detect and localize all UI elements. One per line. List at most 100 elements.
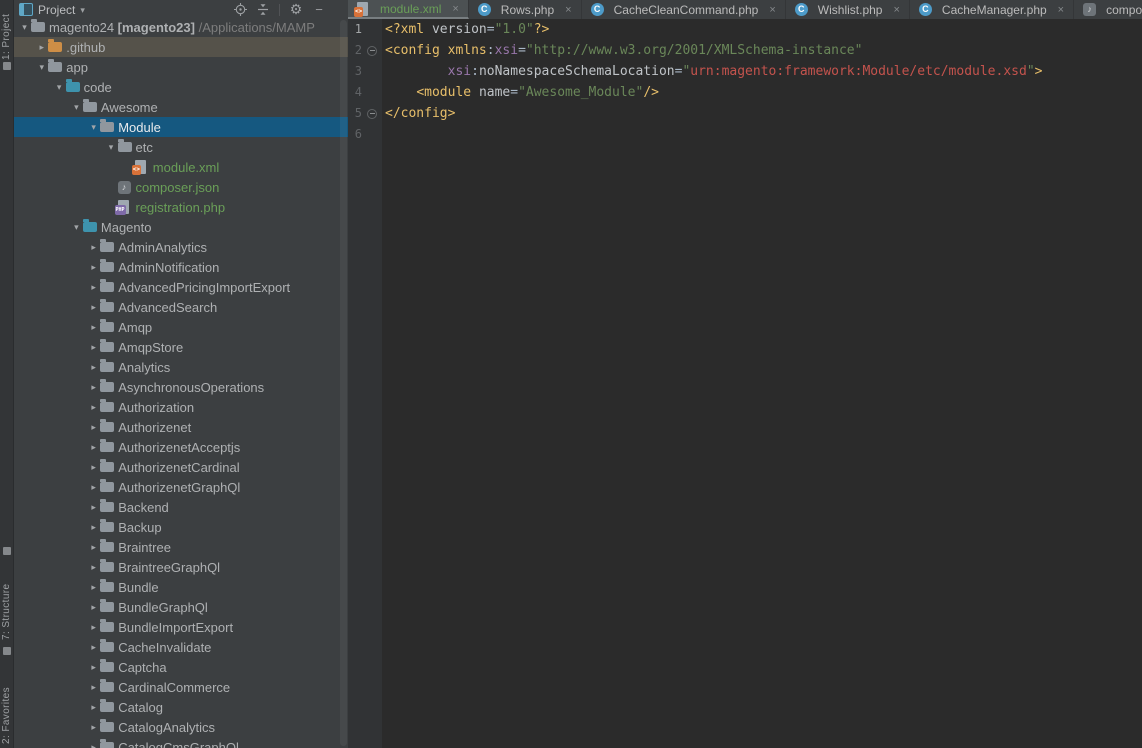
chevron-right-icon[interactable]: ▸ xyxy=(87,362,100,373)
tree-item-adminanalytics[interactable]: ▸AdminAnalytics xyxy=(14,237,348,257)
tree-item-amqpstore[interactable]: ▸AmqpStore xyxy=(14,337,348,357)
tab-cachemanager-php[interactable]: CCacheManager.php× xyxy=(910,0,1074,19)
chevron-down-icon[interactable]: ▾ xyxy=(53,82,66,93)
chevron-right-icon[interactable]: ▸ xyxy=(87,482,100,493)
project-tool-icon[interactable] xyxy=(3,62,11,70)
close-tab-icon[interactable]: × xyxy=(565,4,571,16)
chevron-right-icon[interactable]: ▸ xyxy=(87,322,100,333)
chevron-right-icon[interactable]: ▸ xyxy=(87,542,100,553)
chevron-right-icon[interactable]: ▸ xyxy=(87,682,100,693)
collapse-all-icon[interactable] xyxy=(256,3,270,17)
chevron-right-icon[interactable]: ▸ xyxy=(87,302,100,313)
tree-item-authorizenetcardinal[interactable]: ▸AuthorizenetCardinal xyxy=(14,457,348,477)
chevron-right-icon[interactable]: ▸ xyxy=(87,382,100,393)
tree-item-bundleimportexport[interactable]: ▸BundleImportExport xyxy=(14,617,348,637)
tree-item-cataloganalytics[interactable]: ▸CatalogAnalytics xyxy=(14,717,348,737)
tree-item-authorizenetgraphql[interactable]: ▸AuthorizenetGraphQl xyxy=(14,477,348,497)
close-tab-icon[interactable]: × xyxy=(452,3,458,15)
tab-wishlist-php[interactable]: CWishlist.php× xyxy=(786,0,910,19)
tree-item-composer-json[interactable]: ♪composer.json xyxy=(14,177,348,197)
tree-scrollbar[interactable] xyxy=(340,20,347,746)
tree-item-authorizenetacceptjs[interactable]: ▸AuthorizenetAcceptjs xyxy=(14,437,348,457)
chevron-down-icon[interactable]: ▾ xyxy=(70,102,83,113)
tab-composer-json[interactable]: ♪composer.json× xyxy=(1074,0,1142,19)
chevron-down-icon[interactable]: ▾ xyxy=(18,22,31,33)
chevron-right-icon[interactable]: ▸ xyxy=(87,622,100,633)
tree-item-magento24[interactable]: ▾magento24 [magento23] /Applications/MAM… xyxy=(14,17,348,37)
chevron-right-icon[interactable]: ▸ xyxy=(87,342,100,353)
tree-item-backup[interactable]: ▸Backup xyxy=(14,517,348,537)
fold-marker-icon[interactable] xyxy=(367,46,377,56)
chevron-right-icon[interactable]: ▸ xyxy=(87,442,100,453)
chevron-right-icon[interactable]: ▸ xyxy=(87,522,100,533)
tree-item-bundlegraphql[interactable]: ▸BundleGraphQl xyxy=(14,597,348,617)
close-tab-icon[interactable]: × xyxy=(893,4,899,16)
project-panel-title[interactable]: Project xyxy=(38,3,75,17)
tree-item-braintree[interactable]: ▸Braintree xyxy=(14,537,348,557)
chevron-right-icon[interactable]: ▸ xyxy=(87,742,100,748)
tree-item-module[interactable]: ▾Module xyxy=(14,117,348,137)
chevron-down-icon[interactable]: ▾ xyxy=(35,62,48,73)
gear-icon[interactable]: ⚙ xyxy=(289,3,303,17)
locate-file-icon[interactable] xyxy=(233,3,247,17)
tree-item-registration-php[interactable]: PHPregistration.php xyxy=(14,197,348,217)
tree-item-bundle[interactable]: ▸Bundle xyxy=(14,577,348,597)
chevron-right-icon[interactable]: ▸ xyxy=(87,662,100,673)
stripe-button-favorites[interactable]: 2: Favorites xyxy=(1,658,13,744)
chevron-down-icon[interactable]: ▾ xyxy=(80,5,85,16)
tree-item-catalogcmsgraphql[interactable]: ▸CatalogCmsGraphQl xyxy=(14,737,348,748)
chevron-right-icon[interactable]: ▸ xyxy=(87,242,100,253)
chevron-right-icon[interactable]: ▸ xyxy=(35,42,48,53)
tree-item-app[interactable]: ▾app xyxy=(14,57,348,77)
tree-item-cardinalcommerce[interactable]: ▸CardinalCommerce xyxy=(14,677,348,697)
chevron-down-icon[interactable]: ▾ xyxy=(87,122,100,133)
tree-item-authorizenet[interactable]: ▸Authorizenet xyxy=(14,417,348,437)
tree-item-advancedpricingimportexport[interactable]: ▸AdvancedPricingImportExport xyxy=(14,277,348,297)
chevron-right-icon[interactable]: ▸ xyxy=(87,642,100,653)
tree-item-advancedsearch[interactable]: ▸AdvancedSearch xyxy=(14,297,348,317)
chevron-right-icon[interactable]: ▸ xyxy=(87,462,100,473)
chevron-down-icon[interactable]: ▾ xyxy=(70,222,83,233)
fold-marker-icon[interactable] xyxy=(367,109,377,119)
stripe-button-project[interactable]: 1: Project xyxy=(1,2,13,60)
tab-rows-php[interactable]: CRows.php× xyxy=(469,0,582,19)
tree-item-captcha[interactable]: ▸Captcha xyxy=(14,657,348,677)
tab-cachecleancommand-php[interactable]: CCacheCleanCommand.php× xyxy=(582,0,786,19)
tab-module-xml[interactable]: <>module.xml× xyxy=(348,0,469,19)
tree-item-analytics[interactable]: ▸Analytics xyxy=(14,357,348,377)
tree-item-adminnotification[interactable]: ▸AdminNotification xyxy=(14,257,348,277)
favorites-tool-icon[interactable] xyxy=(3,647,11,655)
tree-item-github[interactable]: ▸.github xyxy=(14,37,348,57)
stripe-button-structure[interactable]: 7: Structure xyxy=(1,558,13,640)
chevron-right-icon[interactable]: ▸ xyxy=(87,282,100,293)
tree-item-amqp[interactable]: ▸Amqp xyxy=(14,317,348,337)
tree-item-etc[interactable]: ▾etc xyxy=(14,137,348,157)
close-tab-icon[interactable]: × xyxy=(1058,4,1064,16)
chevron-right-icon[interactable]: ▸ xyxy=(87,582,100,593)
chevron-right-icon[interactable]: ▸ xyxy=(87,602,100,613)
tree-item-catalog[interactable]: ▸Catalog xyxy=(14,697,348,717)
code-editor[interactable]: 1<?xml version="1.0"?>2<config xmlns:xsi… xyxy=(348,19,1142,748)
tree-item-module-xml[interactable]: <>module.xml xyxy=(14,157,348,177)
chevron-right-icon[interactable]: ▸ xyxy=(87,422,100,433)
chevron-right-icon[interactable]: ▸ xyxy=(87,702,100,713)
chevron-right-icon[interactable]: ▸ xyxy=(87,262,100,273)
tree-item-code[interactable]: ▾code xyxy=(14,77,348,97)
chevron-right-icon[interactable]: ▸ xyxy=(87,562,100,573)
tree-item-asynchronousoperations[interactable]: ▸AsynchronousOperations xyxy=(14,377,348,397)
chevron-right-icon[interactable]: ▸ xyxy=(87,722,100,733)
tab-label: module.xml xyxy=(380,2,441,16)
tree-item-awesome[interactable]: ▾Awesome xyxy=(14,97,348,117)
hide-panel-icon[interactable]: − xyxy=(312,3,326,17)
close-tab-icon[interactable]: × xyxy=(769,4,775,16)
chevron-right-icon[interactable]: ▸ xyxy=(87,502,100,513)
tree-item-label: registration.php xyxy=(136,200,226,215)
tree-item-cacheinvalidate[interactable]: ▸CacheInvalidate xyxy=(14,637,348,657)
chevron-right-icon[interactable]: ▸ xyxy=(87,402,100,413)
structure-tool-icon[interactable] xyxy=(3,547,11,555)
chevron-down-icon[interactable]: ▾ xyxy=(105,142,118,153)
tree-item-braintreegraphql[interactable]: ▸BraintreeGraphQl xyxy=(14,557,348,577)
tree-item-backend[interactable]: ▸Backend xyxy=(14,497,348,517)
tree-item-authorization[interactable]: ▸Authorization xyxy=(14,397,348,417)
tree-item-magento[interactable]: ▾Magento xyxy=(14,217,348,237)
